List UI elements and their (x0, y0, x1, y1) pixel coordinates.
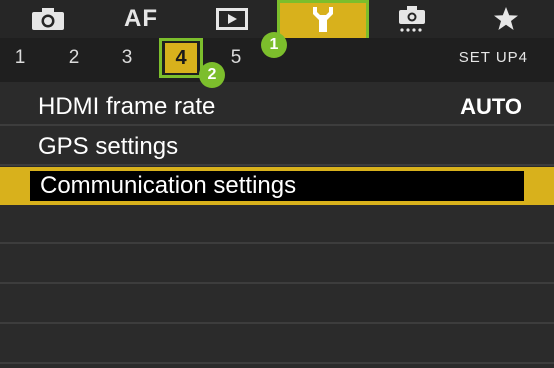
menu-item-label: GPS settings (38, 133, 179, 160)
page-3[interactable]: 3 (115, 38, 139, 82)
camera-icon (31, 7, 65, 31)
menu-item-empty (0, 246, 554, 284)
page-5[interactable]: 5 (224, 38, 248, 82)
tab-my-menu[interactable] (486, 0, 526, 38)
menu-item-gps-settings[interactable]: GPS settings (0, 128, 554, 166)
tab-af-label: AF (124, 5, 158, 32)
menu-item-empty (0, 206, 554, 244)
menu-item-label: Communication settings (40, 172, 297, 199)
tab-custom-functions[interactable] (392, 0, 432, 38)
page-callout-frame (159, 38, 203, 78)
tab-af[interactable]: AF (112, 0, 170, 38)
menu-item-communication-settings[interactable]: Communication settings (0, 167, 554, 205)
callout-badge-2: 2 (199, 62, 225, 88)
menu-item-value: AUTO (460, 94, 522, 119)
page-2[interactable]: 2 (62, 38, 86, 82)
tab-callout-frame (277, 0, 369, 41)
menu-item-empty (0, 326, 554, 364)
tab-playback[interactable] (204, 0, 260, 38)
callout-badge-1: 1 (261, 32, 287, 58)
menu-item-hdmi-frame-rate[interactable]: HDMI frame rate AUTO (0, 88, 554, 126)
star-icon (493, 6, 519, 32)
menu-item-empty (0, 286, 554, 324)
playback-icon (216, 8, 248, 30)
tab-shooting[interactable] (22, 0, 74, 38)
page-title: SET UP4 (458, 49, 528, 66)
custom-functions-icon (397, 5, 427, 33)
menu-item-label: HDMI frame rate (38, 93, 216, 120)
page-1[interactable]: 1 (8, 38, 32, 82)
